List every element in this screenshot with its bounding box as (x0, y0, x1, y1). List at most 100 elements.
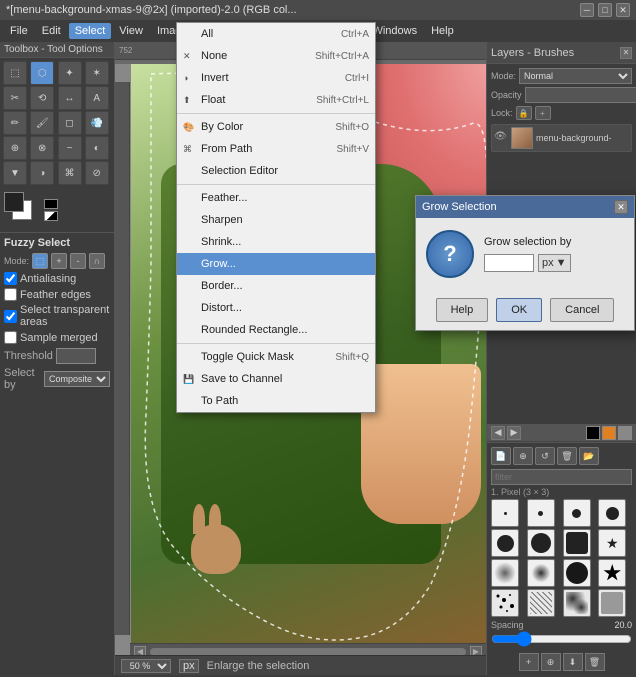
brush-gray-swatch[interactable] (618, 426, 632, 440)
lock-pixels-btn[interactable]: 🔒 (516, 106, 532, 120)
merged-checkbox[interactable] (4, 331, 17, 344)
menu-rounded-rect[interactable]: Rounded Rectangle... (177, 319, 375, 341)
menu-distort[interactable]: Distort... (177, 297, 375, 319)
mode-subtract[interactable]: - (70, 253, 86, 269)
brush-item-16[interactable] (598, 589, 626, 617)
menu-select-invert[interactable]: ◑ Invert Ctrl+I (177, 67, 375, 89)
tool-text[interactable]: A (85, 86, 109, 110)
antialiasing-checkbox[interactable] (4, 272, 17, 285)
menu-shrink[interactable]: Shrink... (177, 231, 375, 253)
menu-view[interactable]: View (113, 23, 149, 39)
layer-add-btn[interactable]: + (519, 653, 539, 671)
brush-new-btn[interactable]: 📄 (491, 447, 511, 465)
brush-black-swatch[interactable] (586, 426, 600, 440)
brush-item-6[interactable] (527, 529, 555, 557)
layer-item[interactable]: 👁 menu-background- (491, 124, 632, 152)
menu-sharpen[interactable]: Sharpen (177, 209, 375, 231)
menu-save-channel[interactable]: 💾 Save to Channel (177, 368, 375, 390)
tool-eraser[interactable]: ◻ (58, 111, 82, 135)
brush-item-3[interactable] (563, 499, 591, 527)
close-btn[interactable]: ✕ (616, 3, 630, 17)
panel-close-btn[interactable]: ✕ (620, 47, 632, 59)
tool-blend[interactable]: ◑ (30, 161, 54, 185)
brush-filter-input[interactable] (491, 469, 632, 485)
brush-item-4[interactable] (598, 499, 626, 527)
maximize-btn[interactable]: □ (598, 3, 612, 17)
nav-right-btn[interactable]: ▶ (507, 426, 521, 440)
lock-position-btn[interactable]: + (535, 106, 551, 120)
dialog-close-btn[interactable]: ✕ (614, 200, 628, 214)
minimize-btn[interactable]: ─ (580, 3, 594, 17)
menu-grow[interactable]: Grow... (177, 253, 375, 275)
menu-select-float[interactable]: ⬆ Float Shift+Ctrl+L (177, 89, 375, 111)
swap-colors-btn[interactable] (44, 211, 58, 221)
cancel-button[interactable]: Cancel (550, 298, 614, 322)
brush-item-10[interactable] (527, 559, 555, 587)
opacity-input[interactable]: 100.0 (525, 87, 636, 103)
brush-item-pixel[interactable] (491, 499, 519, 527)
tool-color-picker[interactable]: ⊘ (85, 161, 109, 185)
layer-duplicate-btn[interactable]: ⊕ (541, 653, 561, 671)
menu-select-by-color[interactable]: 🎨 By Color Shift+O (177, 116, 375, 138)
brush-duplicate-btn[interactable]: ⊕ (513, 447, 533, 465)
tool-airbrush[interactable]: 💨 (85, 111, 109, 135)
tool-flip[interactable]: ↔ (58, 86, 82, 110)
menu-selection-editor[interactable]: Selection Editor (177, 160, 375, 182)
brush-item-9[interactable] (491, 559, 519, 587)
threshold-input[interactable]: 15.0 (56, 348, 96, 364)
mode-intersect[interactable]: ∩ (89, 253, 105, 269)
tool-heal[interactable]: ⊗ (30, 136, 54, 160)
antialiasing-label[interactable]: Antialiasing (4, 272, 110, 285)
spacing-slider[interactable] (491, 632, 632, 646)
brush-item-12[interactable] (598, 559, 626, 587)
grow-value-input[interactable]: 1 (484, 254, 534, 272)
reset-colors-btn[interactable] (44, 199, 58, 209)
tool-free-select[interactable]: ✦ (58, 61, 82, 85)
blending-mode-select[interactable]: Normal (519, 68, 632, 84)
feather-checkbox[interactable] (4, 288, 17, 301)
menu-quick-mask[interactable]: Toggle Quick Mask Shift+Q (177, 346, 375, 368)
menu-to-path[interactable]: To Path (177, 390, 375, 412)
nav-left-btn[interactable]: ◀ (491, 426, 505, 440)
help-button[interactable]: Help (436, 298, 489, 322)
brush-open-btn[interactable]: 📂 (579, 447, 599, 465)
transparent-checkbox[interactable] (4, 310, 17, 323)
mode-add[interactable]: + (51, 253, 67, 269)
brush-item-14[interactable] (527, 589, 555, 617)
tool-crop[interactable]: ✂ (3, 86, 27, 110)
tool-smudge[interactable]: ~ (58, 136, 82, 160)
menu-select[interactable]: Select (69, 23, 112, 39)
tool-pencil[interactable]: ✏ (3, 111, 27, 135)
mode-replace[interactable]: ⬚ (32, 253, 48, 269)
select-by-combo[interactable]: Composite (44, 371, 110, 387)
brush-item-5[interactable] (491, 529, 519, 557)
tool-fuzzy-select[interactable]: ✶ (85, 61, 109, 85)
layer-delete-btn[interactable]: 🗑 (585, 653, 605, 671)
foreground-color-swatch[interactable] (4, 192, 24, 212)
merged-label[interactable]: Sample merged (4, 331, 110, 344)
brush-item-13[interactable] (491, 589, 519, 617)
tool-dodge[interactable]: ◐ (85, 136, 109, 160)
tool-rect-select[interactable]: ⬚ (3, 61, 27, 85)
menu-select-all[interactable]: All Ctrl+A (177, 23, 375, 45)
tool-clone[interactable]: ⊕ (3, 136, 27, 160)
menu-feather[interactable]: Feather... (177, 187, 375, 209)
brush-item-star[interactable]: ★ (598, 529, 626, 557)
zoom-select[interactable]: 50 % (121, 659, 171, 673)
brush-item-11[interactable] (563, 559, 591, 587)
ok-button[interactable]: OK (496, 298, 542, 322)
transparent-label[interactable]: Select transparent areas (4, 304, 110, 328)
tool-bucket-fill[interactable]: ▼ (3, 161, 27, 185)
select-dropdown-menu[interactable]: All Ctrl+A ✕ None Shift+Ctrl+A ◑ Invert … (176, 22, 376, 413)
grow-unit-select[interactable]: px ▼ (538, 254, 571, 272)
layer-visibility-eye[interactable]: 👁 (494, 131, 508, 145)
tool-path[interactable]: ⌘ (58, 161, 82, 185)
brush-item-2[interactable] (527, 499, 555, 527)
menu-border[interactable]: Border... (177, 275, 375, 297)
menu-edit[interactable]: Edit (36, 23, 67, 39)
brush-item-15[interactable] (563, 589, 591, 617)
brush-orange-swatch[interactable] (602, 426, 616, 440)
layer-merge-btn[interactable]: ⬇ (563, 653, 583, 671)
grow-selection-dialog[interactable]: Grow Selection ✕ ? Grow selection by 1 p… (415, 195, 635, 331)
unit-select[interactable]: px (179, 659, 199, 673)
